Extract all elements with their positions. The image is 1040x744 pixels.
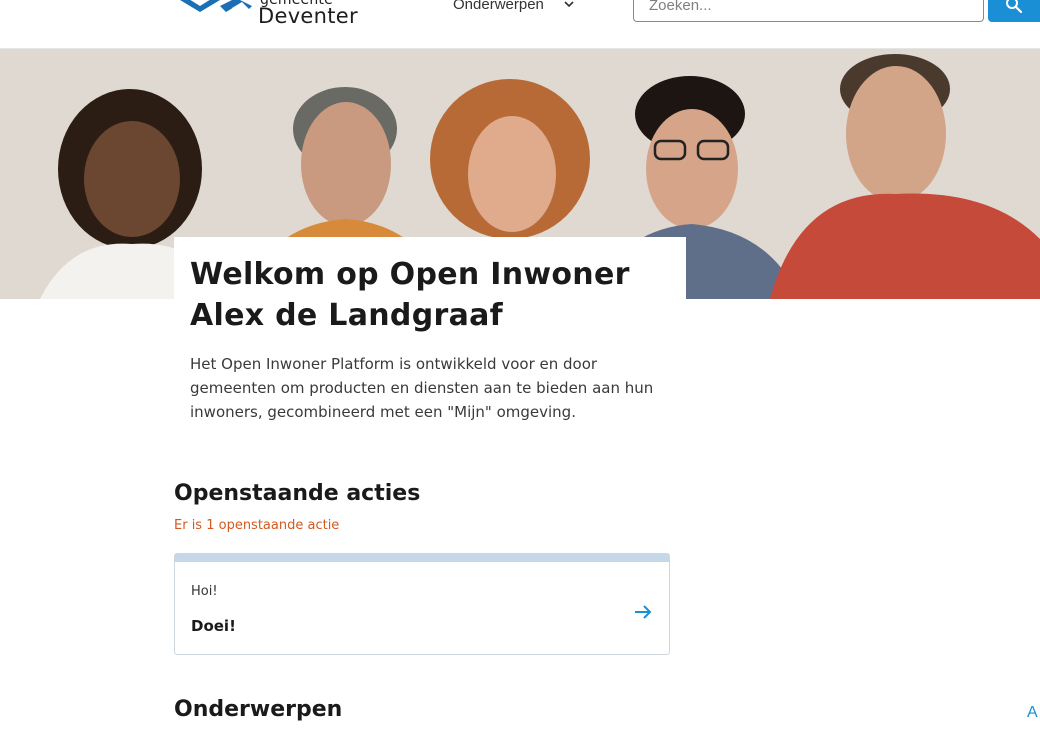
logo-mark-icon	[180, 0, 252, 16]
search-button[interactable]	[988, 0, 1040, 22]
nav-topics-dropdown[interactable]: Onderwerpen	[453, 0, 574, 14]
site-header: gemeente Deventer Onderwerpen	[0, 0, 1040, 49]
search-input[interactable]	[633, 0, 984, 22]
page-title: Welkom op Open Inwoner Alex de Landgraaf	[190, 257, 630, 333]
action-card-header-bar	[175, 554, 669, 562]
logo-line-2: Deventer	[258, 4, 358, 28]
topics-heading: Onderwerpen	[174, 697, 343, 722]
nav-topics-label: Onderwerpen	[453, 0, 544, 13]
intro-text: Het Open Inwoner Platform is ontwikkeld …	[190, 355, 654, 421]
action-card-label: Hoi!	[191, 584, 218, 599]
actions-heading: Openstaande acties	[174, 481, 421, 506]
arrow-right-icon	[635, 605, 652, 619]
action-card[interactable]: Hoi! Doei!	[174, 553, 670, 655]
search-icon	[1006, 0, 1023, 14]
logo[interactable]: gemeente Deventer	[176, 0, 358, 30]
action-card-title: Doei!	[191, 617, 236, 635]
actions-count: Er is 1 openstaande actie	[174, 518, 340, 533]
chevron-down-icon	[564, 1, 574, 8]
accessibility-button[interactable]: A	[1027, 704, 1038, 722]
